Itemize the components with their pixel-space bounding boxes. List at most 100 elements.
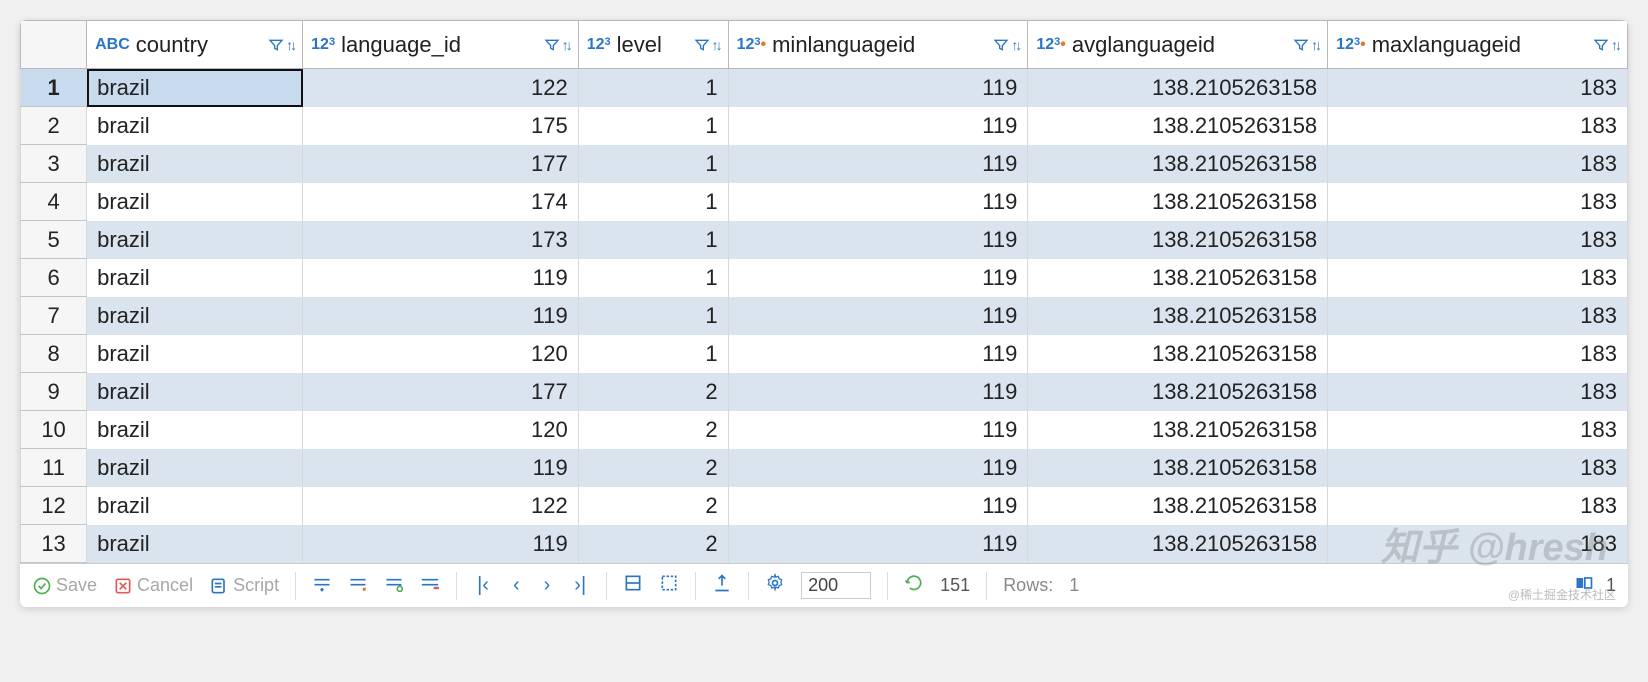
cell-country[interactable]: brazil — [87, 335, 303, 373]
cell-level[interactable]: 1 — [578, 221, 728, 259]
table-row[interactable]: 4brazil1741119138.2105263158183 — [21, 183, 1628, 221]
panel-button-1[interactable] — [623, 573, 643, 598]
table-row[interactable]: 12brazil1222119138.2105263158183 — [21, 487, 1628, 525]
row-number[interactable]: 3 — [21, 145, 87, 183]
cell-level[interactable]: 2 — [578, 411, 728, 449]
cell-minlanguageid[interactable]: 119 — [728, 373, 1028, 411]
cell-maxlanguageid[interactable]: 183 — [1328, 335, 1628, 373]
duplicate-row-button[interactable] — [348, 573, 368, 598]
col-header-minlanguageid[interactable]: 123• minlanguageid ↑↓ — [728, 21, 1028, 69]
cell-language_id[interactable]: 122 — [303, 69, 579, 107]
filter-sort-control[interactable]: ↑↓ — [1593, 37, 1619, 53]
cell-language_id[interactable]: 177 — [303, 145, 579, 183]
row-number[interactable]: 8 — [21, 335, 87, 373]
cell-level[interactable]: 2 — [578, 525, 728, 563]
cell-country[interactable]: brazil — [87, 373, 303, 411]
table-row[interactable]: 7brazil1191119138.2105263158183 — [21, 297, 1628, 335]
cell-level[interactable]: 1 — [578, 107, 728, 145]
cell-minlanguageid[interactable]: 119 — [728, 145, 1028, 183]
table-row[interactable]: 2brazil1751119138.2105263158183 — [21, 107, 1628, 145]
col-header-language-id[interactable]: 123 language_id ↑↓ — [303, 21, 579, 69]
table-row[interactable]: 9brazil1772119138.2105263158183 — [21, 373, 1628, 411]
cell-avglanguageid[interactable]: 138.2105263158 — [1028, 145, 1328, 183]
cell-minlanguageid[interactable]: 119 — [728, 411, 1028, 449]
table-row[interactable]: 11brazil1192119138.2105263158183 — [21, 449, 1628, 487]
cell-language_id[interactable]: 177 — [303, 373, 579, 411]
cell-minlanguageid[interactable]: 119 — [728, 221, 1028, 259]
cell-maxlanguageid[interactable]: 183 — [1328, 411, 1628, 449]
col-header-country[interactable]: ABC country ↑↓ — [87, 21, 303, 69]
cell-maxlanguageid[interactable]: 183 — [1328, 449, 1628, 487]
table-row[interactable]: 1brazil1221119138.2105263158183 — [21, 69, 1628, 107]
delete-row-button[interactable] — [420, 573, 440, 598]
cell-avglanguageid[interactable]: 138.2105263158 — [1028, 221, 1328, 259]
table-row[interactable]: 13brazil1192119138.2105263158183 — [21, 525, 1628, 563]
table-row[interactable]: 8brazil1201119138.2105263158183 — [21, 335, 1628, 373]
filter-sort-control[interactable]: ↑↓ — [544, 37, 570, 53]
cell-country[interactable]: brazil — [87, 259, 303, 297]
cell-minlanguageid[interactable]: 119 — [728, 183, 1028, 221]
cell-avglanguageid[interactable]: 138.2105263158 — [1028, 183, 1328, 221]
filter-sort-control[interactable]: ↑↓ — [694, 37, 720, 53]
script-button[interactable]: Script — [209, 575, 279, 596]
cell-language_id[interactable]: 175 — [303, 107, 579, 145]
cell-country[interactable]: brazil — [87, 221, 303, 259]
cell-minlanguageid[interactable]: 119 — [728, 259, 1028, 297]
cell-avglanguageid[interactable]: 138.2105263158 — [1028, 297, 1328, 335]
cell-country[interactable]: brazil — [87, 107, 303, 145]
table-row[interactable]: 5brazil1731119138.2105263158183 — [21, 221, 1628, 259]
cell-avglanguageid[interactable]: 138.2105263158 — [1028, 69, 1328, 107]
save-button[interactable]: Save — [32, 575, 97, 596]
cell-country[interactable]: brazil — [87, 69, 303, 107]
cell-maxlanguageid[interactable]: 183 — [1328, 107, 1628, 145]
col-header-avglanguageid[interactable]: 123• avglanguageid ↑↓ — [1028, 21, 1328, 69]
cell-country[interactable]: brazil — [87, 525, 303, 563]
cell-minlanguageid[interactable]: 119 — [728, 297, 1028, 335]
add-row-button[interactable] — [312, 573, 332, 598]
settings-button[interactable] — [765, 573, 785, 598]
cell-language_id[interactable]: 174 — [303, 183, 579, 221]
cell-country[interactable]: brazil — [87, 183, 303, 221]
cell-country[interactable]: brazil — [87, 145, 303, 183]
cell-level[interactable]: 1 — [578, 69, 728, 107]
cell-language_id[interactable]: 122 — [303, 487, 579, 525]
cell-avglanguageid[interactable]: 138.2105263158 — [1028, 107, 1328, 145]
cell-avglanguageid[interactable]: 138.2105263158 — [1028, 373, 1328, 411]
row-number[interactable]: 13 — [21, 525, 87, 563]
row-number[interactable]: 4 — [21, 183, 87, 221]
cell-maxlanguageid[interactable]: 183 — [1328, 259, 1628, 297]
filter-sort-control[interactable]: ↑↓ — [993, 37, 1019, 53]
export-button[interactable] — [712, 573, 732, 598]
filter-sort-control[interactable]: ↑↓ — [268, 37, 294, 53]
cell-language_id[interactable]: 120 — [303, 411, 579, 449]
cell-language_id[interactable]: 173 — [303, 221, 579, 259]
last-page-button[interactable]: ›| — [570, 574, 590, 597]
cell-maxlanguageid[interactable]: 183 — [1328, 69, 1628, 107]
cell-language_id[interactable]: 119 — [303, 525, 579, 563]
cell-level[interactable]: 1 — [578, 145, 728, 183]
cell-minlanguageid[interactable]: 119 — [728, 69, 1028, 107]
row-number[interactable]: 12 — [21, 487, 87, 525]
cell-minlanguageid[interactable]: 119 — [728, 449, 1028, 487]
cell-language_id[interactable]: 119 — [303, 259, 579, 297]
panel-button-2[interactable] — [659, 573, 679, 598]
table-row[interactable]: 10brazil1202119138.2105263158183 — [21, 411, 1628, 449]
row-number[interactable]: 11 — [21, 449, 87, 487]
cell-minlanguageid[interactable]: 119 — [728, 487, 1028, 525]
cell-maxlanguageid[interactable]: 183 — [1328, 487, 1628, 525]
cell-avglanguageid[interactable]: 138.2105263158 — [1028, 449, 1328, 487]
page-size-input[interactable] — [801, 572, 871, 599]
cell-level[interactable]: 1 — [578, 259, 728, 297]
row-number[interactable]: 6 — [21, 259, 87, 297]
row-number[interactable]: 9 — [21, 373, 87, 411]
cell-avglanguageid[interactable]: 138.2105263158 — [1028, 525, 1328, 563]
cancel-button[interactable]: Cancel — [113, 575, 193, 596]
first-page-button[interactable]: |‹ — [473, 574, 493, 597]
col-header-level[interactable]: 123 level ↑↓ — [578, 21, 728, 69]
cell-maxlanguageid[interactable]: 183 — [1328, 183, 1628, 221]
cell-level[interactable]: 1 — [578, 297, 728, 335]
row-number[interactable]: 10 — [21, 411, 87, 449]
reload-button[interactable] — [904, 573, 924, 598]
cell-avglanguageid[interactable]: 138.2105263158 — [1028, 411, 1328, 449]
table-row[interactable]: 6brazil1191119138.2105263158183 — [21, 259, 1628, 297]
